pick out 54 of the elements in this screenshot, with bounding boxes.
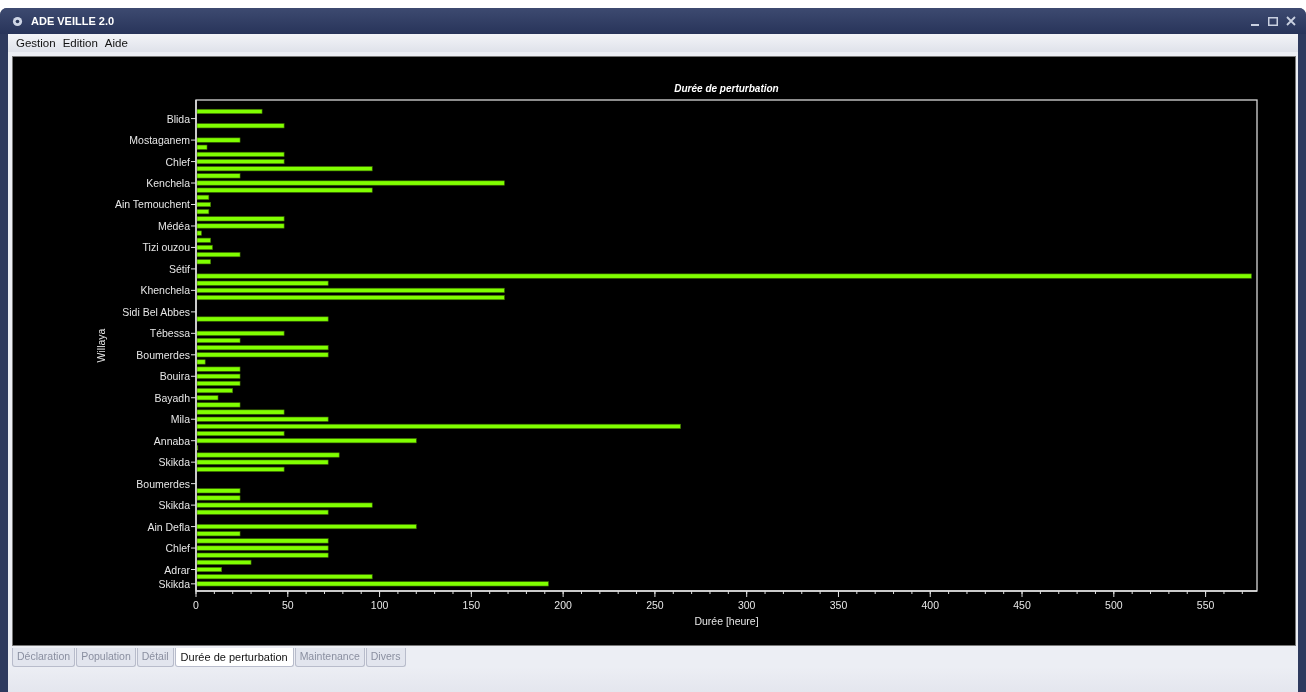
close-icon[interactable] xyxy=(1286,16,1296,26)
axis-title: Willaya xyxy=(95,328,107,363)
tick-label: Sidi Bel Abbes xyxy=(122,305,190,318)
tick-label: 450 xyxy=(1013,599,1031,611)
tick-label: Khenchela xyxy=(140,284,190,297)
tick-label: 250 xyxy=(646,599,664,611)
tick-label: Bayadh xyxy=(154,391,190,404)
tick-label: Chlef xyxy=(165,542,190,555)
tick-label: Ain Defla xyxy=(147,520,190,533)
tick-label: 100 xyxy=(370,599,389,611)
tick-label: 350 xyxy=(829,599,848,611)
tick-label: Adrar xyxy=(164,563,190,576)
axis-title: Durée [heure] xyxy=(694,615,759,627)
tick-label: 0 xyxy=(193,599,199,611)
maximize-icon[interactable] xyxy=(1268,16,1278,26)
tick-label: 200 xyxy=(554,599,572,611)
window-title: ADE VEILLE 2.0 xyxy=(31,15,115,27)
tick-label: 150 xyxy=(462,599,481,611)
tick-label: Bouira xyxy=(159,370,190,383)
tick-label: 50 xyxy=(281,599,294,611)
bar xyxy=(196,338,241,343)
tick-label: Sétif xyxy=(169,262,190,275)
tick-label: 400 xyxy=(921,599,939,611)
gear-icon xyxy=(12,15,23,27)
tick-label: Blida xyxy=(166,112,190,125)
tick-label: Kenchela xyxy=(146,177,190,190)
tab[interactable]: Divers xyxy=(365,648,406,667)
tick-label: Annaba xyxy=(153,434,190,447)
tick-label: Tizi ouzou xyxy=(142,241,190,254)
tick-label: 500 xyxy=(1105,599,1123,611)
chart-title: Durée de perturbation xyxy=(674,83,779,94)
tick-label: Skikda xyxy=(158,456,190,469)
tick-label: Chlef xyxy=(165,155,190,168)
tab[interactable]: Durée de perturbation xyxy=(174,648,294,667)
tick-label: Mila xyxy=(170,413,190,426)
tick-label: 300 xyxy=(737,599,756,611)
menu-item[interactable]: Aide xyxy=(104,37,128,49)
tick-label: Skikda xyxy=(158,499,190,512)
tick-label: Mostaganem xyxy=(129,134,190,147)
tab[interactable]: Déclaration xyxy=(12,648,76,667)
tab[interactable]: Maintenance xyxy=(294,648,365,667)
tick-label: Ain Temouchent xyxy=(114,198,190,211)
tick-label: Boumerdes xyxy=(136,348,190,361)
tick-label: Médéa xyxy=(157,219,190,232)
menu-item[interactable]: Edition xyxy=(62,37,98,49)
tick-label: 550 xyxy=(1196,599,1215,611)
tab[interactable]: Détail xyxy=(136,648,174,667)
tick-label: Skikda xyxy=(158,577,190,590)
menu-item[interactable]: Gestion xyxy=(16,37,56,49)
tick-label: Tébessa xyxy=(149,327,190,340)
bar xyxy=(196,202,211,207)
tick-label: Boumerdes xyxy=(136,477,190,490)
tab[interactable]: Population xyxy=(76,648,136,667)
bar xyxy=(196,108,263,114)
